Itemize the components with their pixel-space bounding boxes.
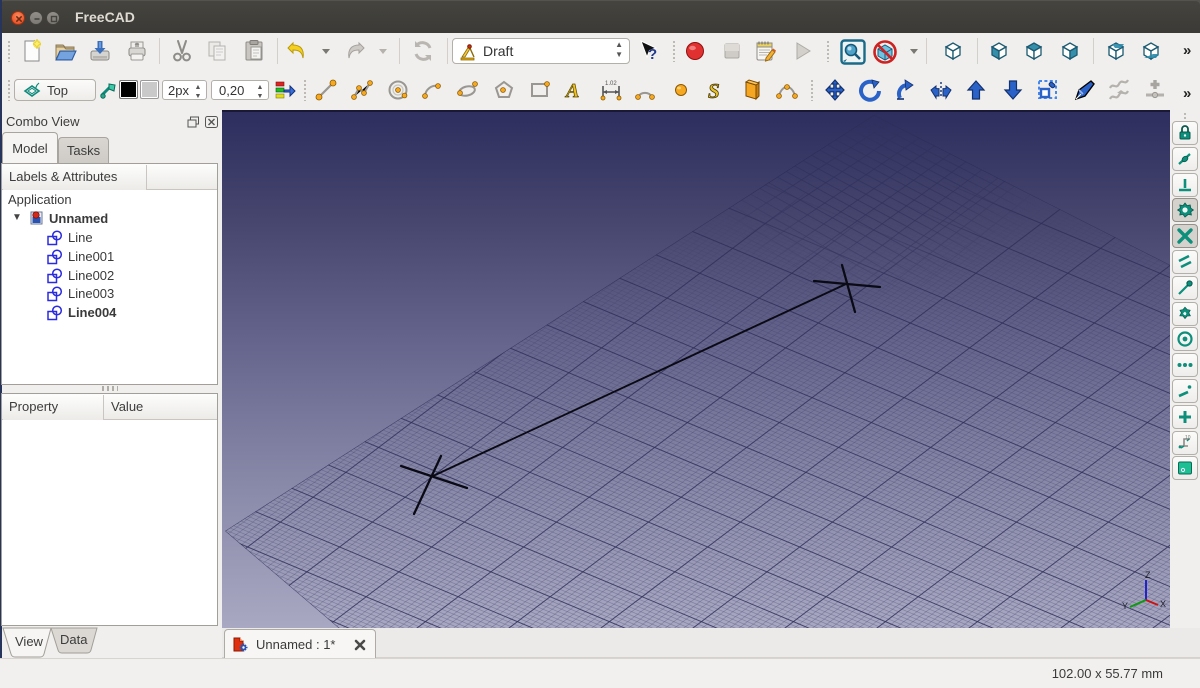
svg-text:?: ? xyxy=(648,46,657,63)
svg-text:X: X xyxy=(1160,599,1166,609)
svg-text:10: 10 xyxy=(1185,435,1191,441)
svg-text:View: View xyxy=(15,634,44,649)
svg-text:A: A xyxy=(564,80,579,102)
svg-text:Y: Y xyxy=(1122,601,1128,611)
svg-text:Data: Data xyxy=(60,632,88,647)
svg-text:Z: Z xyxy=(1145,570,1151,580)
svg-text:S: S xyxy=(708,79,720,102)
svg-text:1.02: 1.02 xyxy=(605,81,617,87)
